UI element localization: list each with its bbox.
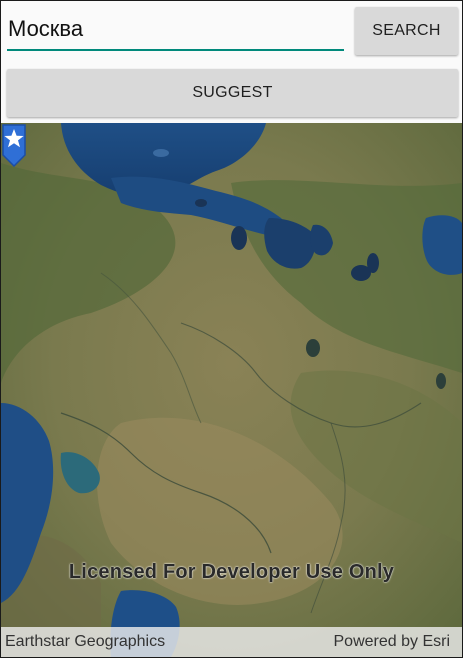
developer-watermark: Licensed For Developer Use Only	[68, 561, 395, 583]
imagery-attribution[interactable]: Earthstar Geographics	[5, 633, 165, 651]
star-pin-icon[interactable]	[1, 123, 27, 167]
esri-attribution[interactable]: Powered by Esri	[334, 633, 451, 651]
suggest-button[interactable]: SUGGEST	[7, 69, 458, 117]
app-window: SEARCH SUGGEST	[0, 0, 463, 658]
search-toolbar: SEARCH	[1, 1, 462, 65]
search-input[interactable]	[7, 11, 344, 51]
search-button[interactable]: SEARCH	[355, 7, 458, 55]
attribution-bar: Earthstar Geographics Powered by Esri	[1, 627, 462, 657]
map-view[interactable]: Licensed For Developer Use Only Earthsta…	[1, 123, 462, 657]
